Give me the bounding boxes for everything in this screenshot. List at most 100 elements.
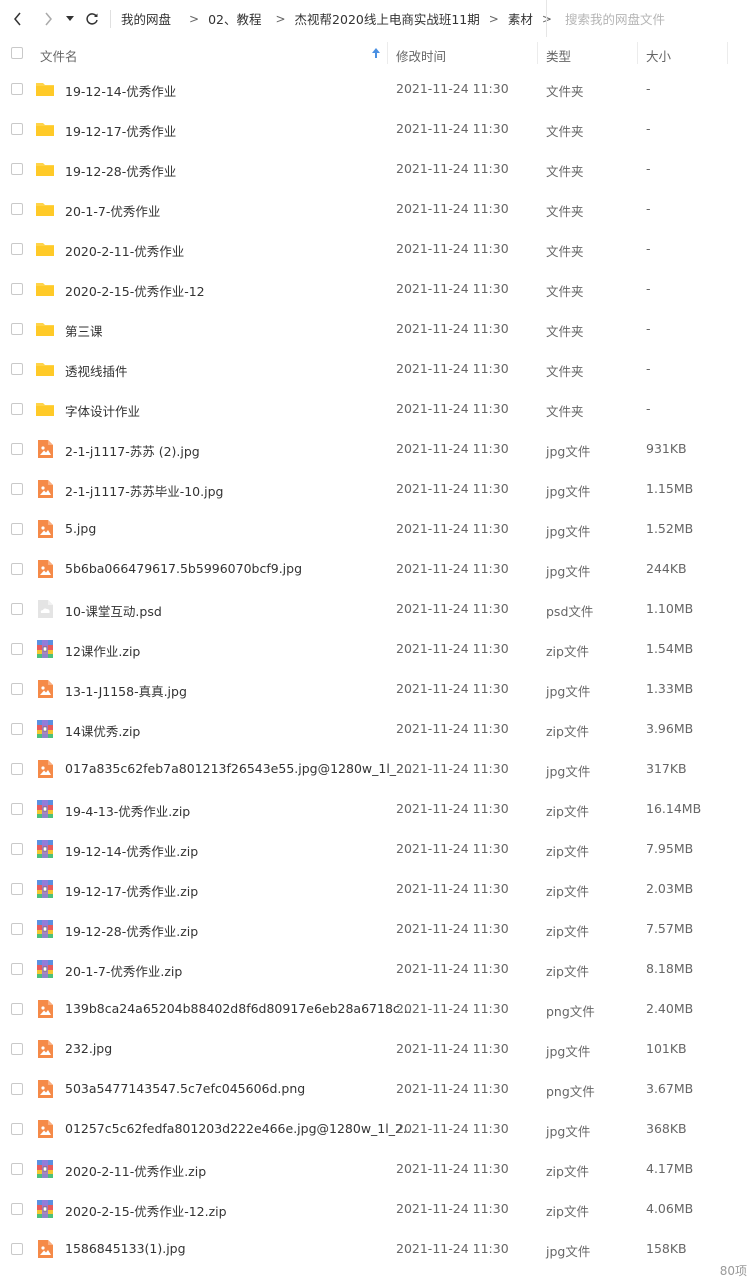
file-row[interactable]: 01257c5c62fedfa801203d222e466e.jpg@1280w…	[0, 1109, 753, 1149]
file-name[interactable]: 19-12-14-优秀作业	[65, 81, 176, 100]
file-name[interactable]: 20-1-7-优秀作业	[65, 201, 160, 220]
file-name[interactable]: 01257c5c62fedfa801203d222e466e.jpg@1280w…	[65, 1121, 415, 1136]
file-row[interactable]: 2020-2-15-优秀作业-12 2021-11-24 11:30 文件夹 -	[0, 269, 753, 309]
file-name[interactable]: 5b6ba066479617.5b5996070bcf9.jpg	[65, 561, 302, 576]
file-row[interactable]: 2-1-j1117-苏苏毕业-10.jpg 2021-11-24 11:30 jpg…	[0, 469, 753, 509]
file-name[interactable]: 12课作业.zip	[65, 641, 140, 660]
row-checkbox[interactable]	[11, 283, 23, 295]
file-row[interactable]: 19-12-17-优秀作业 2021-11-24 11:30 文件夹 -	[0, 109, 753, 149]
file-name[interactable]: 19-4-13-优秀作业.zip	[65, 801, 190, 820]
row-checkbox[interactable]	[11, 1003, 23, 1015]
file-name[interactable]: 2020-2-15-优秀作业-12	[65, 281, 205, 300]
history-dropdown-button[interactable]	[64, 0, 76, 37]
row-checkbox[interactable]	[11, 643, 23, 655]
file-name[interactable]: 19-12-17-优秀作业.zip	[65, 881, 198, 900]
file-row[interactable]: 19-12-14-优秀作业 2021-11-24 11:30 文件夹 -	[0, 69, 753, 109]
file-row[interactable]: 20-1-7-优秀作业.zip 2021-11-24 11:30 zip文件 8.18…	[0, 949, 753, 989]
file-row[interactable]: 14课优秀.zip 2021-11-24 11:30 zip文件 3.96MB	[0, 709, 753, 749]
file-name[interactable]: 20-1-7-优秀作业.zip	[65, 961, 182, 980]
file-row[interactable]: 20-1-7-优秀作业 2021-11-24 11:30 文件夹 -	[0, 189, 753, 229]
column-divider[interactable]	[637, 42, 638, 64]
file-name[interactable]: 2020-2-11-优秀作业.zip	[65, 1161, 206, 1180]
file-row[interactable]: 字体设计作业 2021-11-24 11:30 文件夹 -	[0, 389, 753, 429]
row-checkbox[interactable]	[11, 1163, 23, 1175]
search-input[interactable]: 搜索我的网盘文件	[546, 0, 753, 37]
row-checkbox[interactable]	[11, 443, 23, 455]
file-name[interactable]: 2-1-j1117-苏苏毕业-10.jpg	[65, 481, 223, 500]
row-checkbox[interactable]	[11, 1203, 23, 1215]
column-type-header[interactable]: 类型	[546, 46, 571, 65]
file-name[interactable]: 017a835c62feb7a801213f26543e55.jpg@1280w…	[65, 761, 416, 776]
row-checkbox[interactable]	[11, 323, 23, 335]
file-name[interactable]: 139b8ca24a65204b88402d8f6d80917e6eb28a67…	[65, 1001, 412, 1016]
file-row[interactable]: 透视线插件 2021-11-24 11:30 文件夹 -	[0, 349, 753, 389]
file-name[interactable]: 2-1-j1117-苏苏 (2).jpg	[65, 441, 200, 460]
breadcrumb-tutorials[interactable]: 02、教程	[208, 9, 261, 28]
file-row[interactable]: 2020-2-11-优秀作业 2021-11-24 11:30 文件夹 -	[0, 229, 753, 269]
select-all-checkbox[interactable]	[11, 47, 23, 59]
file-name[interactable]: 14课优秀.zip	[65, 721, 140, 740]
file-name[interactable]: 字体设计作业	[65, 401, 140, 420]
file-name[interactable]: 19-12-28-优秀作业.zip	[65, 921, 198, 940]
column-divider[interactable]	[537, 42, 538, 64]
row-checkbox[interactable]	[11, 83, 23, 95]
file-row[interactable]: 12课作业.zip 2021-11-24 11:30 zip文件 1.54MB	[0, 629, 753, 669]
row-checkbox[interactable]	[11, 1083, 23, 1095]
file-row[interactable]: 1586845133(1).jpg 2021-11-24 11:30 jpg文件 15…	[0, 1229, 753, 1269]
column-divider[interactable]	[727, 42, 728, 64]
row-checkbox[interactable]	[11, 803, 23, 815]
column-modified-header[interactable]: 修改时间	[396, 46, 446, 65]
row-checkbox[interactable]	[11, 1043, 23, 1055]
column-divider[interactable]	[387, 42, 388, 64]
row-checkbox[interactable]	[11, 683, 23, 695]
file-name[interactable]: 19-12-17-优秀作业	[65, 121, 176, 140]
forward-button[interactable]	[38, 0, 58, 37]
file-row[interactable]: 139b8ca24a65204b88402d8f6d80917e6eb28a67…	[0, 989, 753, 1029]
refresh-button[interactable]	[82, 0, 102, 37]
file-row[interactable]: 2-1-j1117-苏苏 (2).jpg 2021-11-24 11:30 jpg文…	[0, 429, 753, 469]
row-checkbox[interactable]	[11, 523, 23, 535]
row-checkbox[interactable]	[11, 923, 23, 935]
breadcrumb-materials[interactable]: 素材	[508, 9, 533, 28]
breadcrumb-course[interactable]: 杰视帮2020线上电商实战班11期	[295, 9, 480, 28]
breadcrumb-my-drive[interactable]: 我的网盘	[121, 9, 171, 28]
row-checkbox[interactable]	[11, 163, 23, 175]
row-checkbox[interactable]	[11, 963, 23, 975]
file-name[interactable]: 第三课	[65, 321, 103, 340]
file-name[interactable]: 1586845133(1).jpg	[65, 1241, 186, 1256]
file-row[interactable]: 第三课 2021-11-24 11:30 文件夹 -	[0, 309, 753, 349]
row-checkbox[interactable]	[11, 763, 23, 775]
file-row[interactable]: 19-12-28-优秀作业.zip 2021-11-24 11:30 zip文件 7.…	[0, 909, 753, 949]
file-name[interactable]: 2020-2-15-优秀作业-12.zip	[65, 1201, 227, 1220]
row-checkbox[interactable]	[11, 123, 23, 135]
file-row[interactable]: 19-12-17-优秀作业.zip 2021-11-24 11:30 zip文件 2.…	[0, 869, 753, 909]
file-row[interactable]: 2020-2-11-优秀作业.zip 2021-11-24 11:30 zip文件 4…	[0, 1149, 753, 1189]
row-checkbox[interactable]	[11, 1243, 23, 1255]
row-checkbox[interactable]	[11, 1123, 23, 1135]
file-name[interactable]: 透视线插件	[65, 361, 128, 380]
file-name[interactable]: 2020-2-11-优秀作业	[65, 241, 184, 260]
row-checkbox[interactable]	[11, 603, 23, 615]
row-checkbox[interactable]	[11, 243, 23, 255]
column-name-header[interactable]: 文件名	[40, 46, 78, 65]
column-size-header[interactable]: 大小	[646, 46, 671, 65]
row-checkbox[interactable]	[11, 483, 23, 495]
row-checkbox[interactable]	[11, 723, 23, 735]
file-name[interactable]: 10-课堂互动.psd	[65, 601, 162, 620]
file-row[interactable]: 13-1-J1158-真真.jpg 2021-11-24 11:30 jpg文件 1.…	[0, 669, 753, 709]
file-row[interactable]: 2020-2-15-优秀作业-12.zip 2021-11-24 11:30 zip…	[0, 1189, 753, 1229]
file-name[interactable]: 503a5477143547.5c7efc045606d.png	[65, 1081, 305, 1096]
file-name[interactable]: 19-12-14-优秀作业.zip	[65, 841, 198, 860]
file-row[interactable]: 10-课堂互动.psd 2021-11-24 11:30 psd文件 1.10MB	[0, 589, 753, 629]
file-name[interactable]: 232.jpg	[65, 1041, 112, 1056]
file-row[interactable]: 19-12-14-优秀作业.zip 2021-11-24 11:30 zip文件 7.…	[0, 829, 753, 869]
row-checkbox[interactable]	[11, 563, 23, 575]
file-row[interactable]: 19-4-13-优秀作业.zip 2021-11-24 11:30 zip文件 16.…	[0, 789, 753, 829]
file-name[interactable]: 13-1-J1158-真真.jpg	[65, 681, 187, 700]
file-row[interactable]: 5b6ba066479617.5b5996070bcf9.jpg 2021-11-…	[0, 549, 753, 589]
file-row[interactable]: 503a5477143547.5c7efc045606d.png 2021-11-…	[0, 1069, 753, 1109]
file-row[interactable]: 232.jpg 2021-11-24 11:30 jpg文件 101KB	[0, 1029, 753, 1069]
file-name[interactable]: 19-12-28-优秀作业	[65, 161, 176, 180]
sort-ascending-icon[interactable]	[372, 48, 380, 58]
file-row[interactable]: 017a835c62feb7a801213f26543e55.jpg@1280w…	[0, 749, 753, 789]
